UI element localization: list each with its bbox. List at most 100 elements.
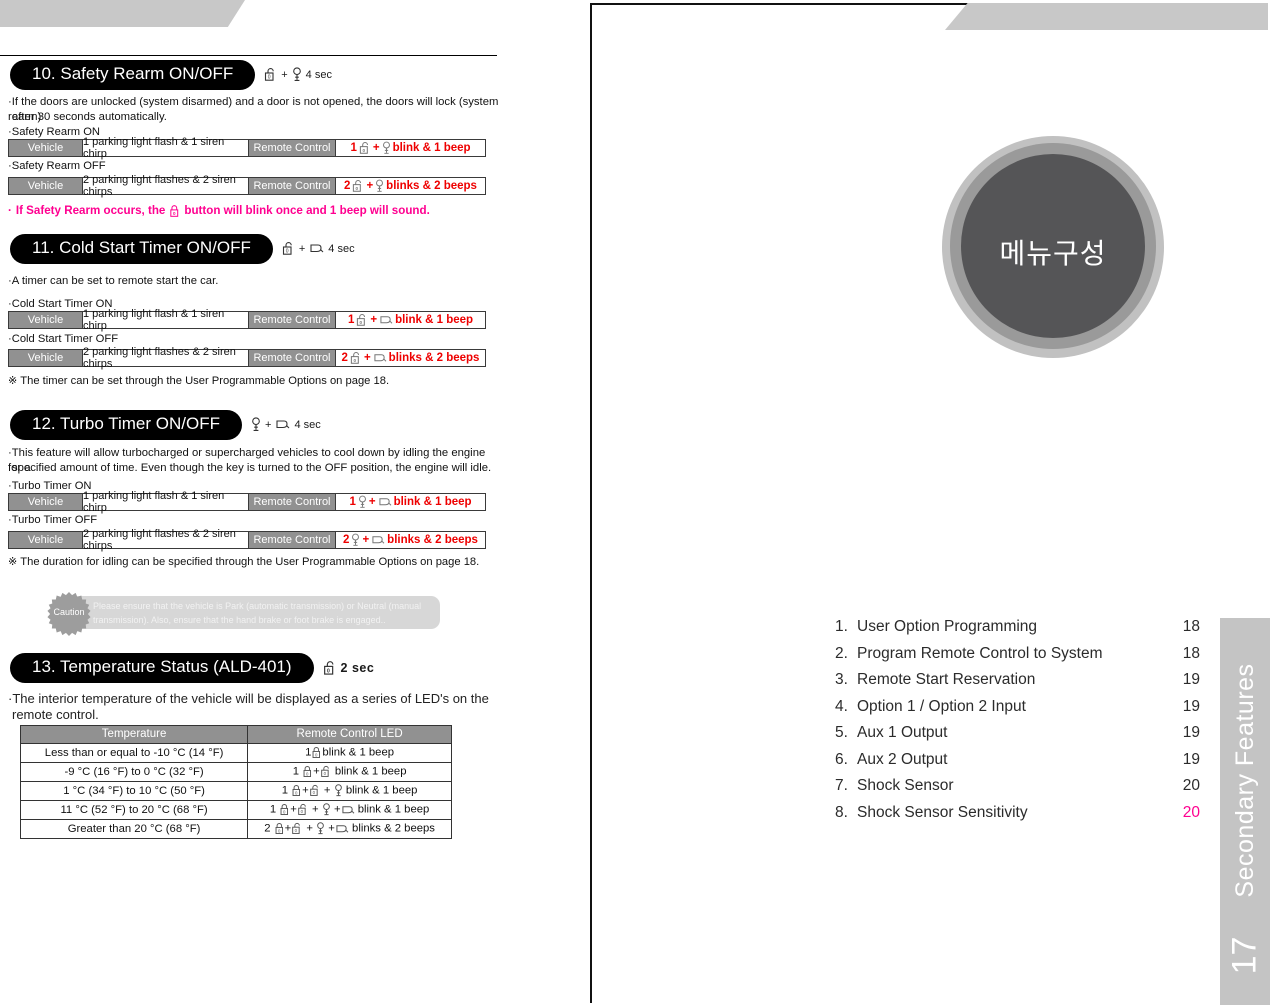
- vehicle-label: Vehicle: [9, 178, 82, 194]
- unlock-icon: 0: [282, 241, 295, 256]
- section-11-off-row: Vehicle 2 parking light flashes & 2 sire…: [8, 346, 486, 370]
- toc-number: 8.: [835, 803, 848, 821]
- table-row: 11 °C (52 °F) to 20 °C (68 °F) 1 0 +0 + +…: [19, 800, 452, 820]
- toc-label: Remote Start Reservation: [857, 671, 1036, 688]
- cell-temperature: -9 °C (16 °F) to 0 °C (32 °F): [19, 762, 249, 782]
- led-plus: +: [313, 765, 320, 778]
- key-icon: [382, 141, 391, 155]
- trigger-plus: +: [298, 242, 306, 255]
- cell-led: 1 0 blink & 1 beep: [247, 743, 452, 763]
- unlock-icon: 0: [297, 803, 309, 816]
- section-12-body-line2: specified amount of time. Even though th…: [12, 462, 492, 474]
- lock-icon: 0: [279, 803, 290, 816]
- svg-text:0: 0: [353, 358, 356, 363]
- temperature-table: Temperature Remote Control LED Less than…: [19, 725, 452, 839]
- result-plus: +: [368, 496, 376, 508]
- toc-page: 18: [1182, 618, 1200, 635]
- led-text: blink & 1 beep: [334, 765, 407, 778]
- toc-label: Shock Sensor Sensitivity: [857, 803, 1028, 821]
- vehicle-label: Vehicle: [9, 312, 82, 328]
- left-page: 10. Safety Rearm ON/OFF 0 + 4 sec If the…: [0, 0, 510, 1005]
- list-item[interactable]: 7. Shock Sensor 20: [835, 777, 1200, 795]
- right-page-frame: [590, 3, 1268, 1003]
- toc-number: 1.: [835, 618, 848, 635]
- svg-text:0: 0: [301, 809, 304, 814]
- remote-result: 1 + blink & 1 beep: [335, 494, 485, 510]
- trigger-duration-13: 2 sec: [340, 660, 375, 675]
- key-icon: [334, 784, 343, 797]
- svg-text:0: 0: [312, 790, 315, 795]
- vehicle-desc: 2 parking light flashes & 2 siren chirps: [82, 528, 249, 552]
- unlock-icon: 0: [350, 351, 362, 365]
- caution-box: Caution Please ensure that the vehicle i…: [47, 592, 440, 636]
- remote-start-icon: [378, 496, 392, 508]
- vehicle-desc: 2 parking light flashes & 2 siren chirps: [82, 174, 249, 198]
- vehicle-desc: 2 parking light flashes & 2 siren chirps: [82, 346, 249, 370]
- section-11-body: A timer can be set to remote start the c…: [8, 274, 500, 289]
- section-header-11: 11. Cold Start Timer ON/OFF 0 + 4 sec: [10, 234, 355, 264]
- section-10-on-row: Vehicle 1 parking light flash & 1 siren …: [8, 136, 486, 160]
- led-count: 1: [269, 803, 277, 816]
- blob-label: 메뉴구성: [999, 238, 1107, 269]
- cell-led: 1 0 +0 + blink & 1 beep: [247, 781, 452, 801]
- chapter-blob-graphic: 메뉴구성: [942, 136, 1164, 358]
- result-plus: +: [362, 534, 370, 546]
- result-text: blink & 1 beep: [392, 142, 471, 154]
- section-11-note: ※ The timer can be set through the User …: [8, 375, 390, 387]
- side-tab: Secondary Features 17: [1220, 618, 1270, 1005]
- remote-result: 2 0 + blinks & 2 beeps: [335, 178, 485, 194]
- list-item[interactable]: 8. Shock Sensor Sensitivity 20: [835, 804, 1200, 822]
- section-12-off-row: Vehicle 2 parking light flashes & 2 sire…: [8, 528, 486, 552]
- list-item[interactable]: 3. Remote Start Reservation 19: [835, 671, 1200, 689]
- section-header-13: 13. Temperature Status (ALD-401) 0 2 sec: [10, 653, 374, 683]
- key-icon: [375, 179, 384, 193]
- result-plus: +: [363, 352, 371, 364]
- remote-result: 1 0 + blink & 1 beep: [335, 312, 485, 328]
- led-plus: +: [333, 803, 341, 816]
- section-trigger-11: 0 + 4 sec: [282, 241, 355, 256]
- toc-label: Aux 2 Output: [857, 750, 948, 768]
- result-text: blinks & 2 beeps: [388, 352, 480, 364]
- result-text: blink & 1 beep: [393, 496, 472, 508]
- list-item[interactable]: 4. Option 1 / Option 2 Input 19: [835, 698, 1200, 716]
- vehicle-desc: 1 parking light flash & 1 siren chirp: [82, 308, 249, 332]
- section-trigger-10: 0 + 4 sec: [264, 67, 332, 82]
- unlock-icon: 0: [264, 67, 277, 82]
- list-item[interactable]: 6. Aux 2 Output 19: [835, 751, 1200, 769]
- cell-temperature: Less than or equal to -10 °C (14 °F): [19, 743, 249, 763]
- section-trigger-12: + 4 sec: [251, 417, 321, 432]
- left-page-top-band: [0, 0, 245, 27]
- contents-list: 1. User Option Programming 18 2. Program…: [835, 618, 1200, 830]
- right-page-top-band: [945, 3, 1268, 30]
- section-11-off-label: Cold Start Timer OFF: [8, 333, 118, 345]
- section-12-on-label: Turbo Timer ON: [8, 480, 92, 492]
- result-plus: +: [372, 142, 380, 154]
- section-pill-11: 11. Cold Start Timer ON/OFF: [10, 234, 273, 264]
- remote-label: Remote Control: [249, 494, 335, 510]
- svg-text:0: 0: [295, 790, 298, 795]
- section-pill-13: 13. Temperature Status (ALD-401): [10, 653, 314, 683]
- key-icon: [251, 417, 261, 432]
- caution-line1: Please ensure that the vehicle is Park (…: [93, 601, 422, 611]
- vehicle-label: Vehicle: [9, 350, 82, 366]
- unlock-icon: 0: [356, 313, 368, 327]
- vehicle-desc: 1 parking light flash & 1 siren chirp: [82, 136, 249, 160]
- cell-led: 1 0 +0 blink & 1 beep: [247, 762, 452, 782]
- svg-text:0: 0: [173, 211, 176, 216]
- section-header-12: 12. Turbo Timer ON/OFF + 4 sec: [10, 410, 321, 440]
- remote-label: Remote Control: [249, 532, 335, 548]
- led-plus: +: [306, 822, 314, 835]
- list-item[interactable]: 5. Aux 1 Output 19: [835, 724, 1200, 742]
- toc-label: User Option Programming: [857, 618, 1038, 635]
- led-plus: +: [323, 784, 331, 797]
- list-item[interactable]: 1. User Option Programming 18: [835, 618, 1200, 636]
- toc-page: 19: [1182, 697, 1200, 715]
- remote-result: 1 0 + blink & 1 beep: [335, 140, 485, 156]
- result-count: 1: [350, 142, 357, 154]
- toc-number: 3.: [835, 671, 848, 688]
- toc-page: 19: [1182, 724, 1200, 741]
- svg-text:0: 0: [326, 668, 330, 674]
- toc-page: 20: [1182, 777, 1200, 794]
- list-item[interactable]: 2. Program Remote Control to System 18: [835, 645, 1200, 663]
- result-plus: +: [370, 314, 378, 326]
